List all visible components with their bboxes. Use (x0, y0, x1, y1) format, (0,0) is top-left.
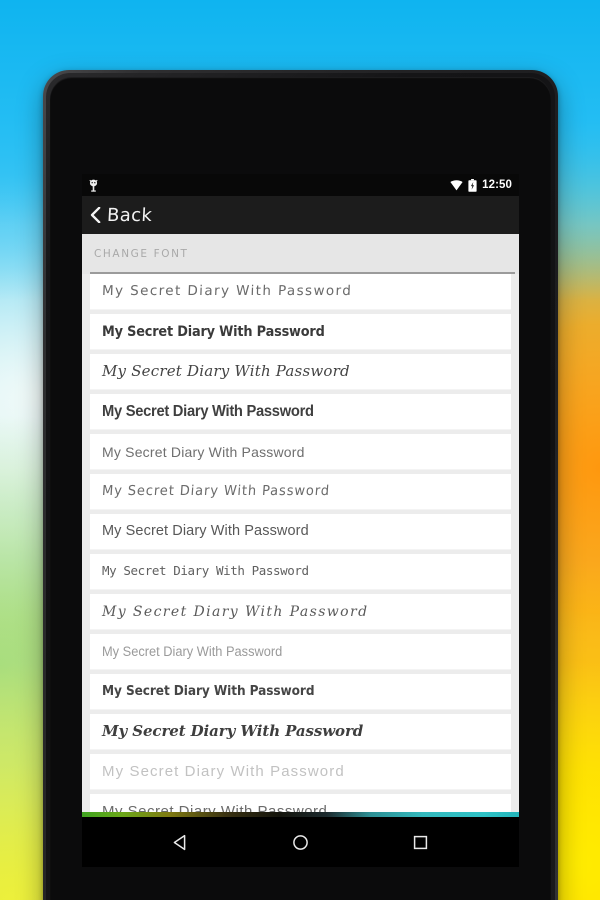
app-notification-icon (89, 179, 98, 192)
status-bar: 12:50 (82, 174, 519, 196)
nav-home-button[interactable] (283, 824, 319, 860)
font-list-item[interactable]: My Secret Diary With Password (90, 754, 511, 790)
back-label: Back (106, 204, 153, 226)
font-list-item[interactable]: My Secret Diary With Password (90, 274, 511, 310)
chevron-left-icon[interactable] (90, 207, 101, 223)
square-recents-icon[interactable] (413, 835, 428, 850)
font-list-item-label: My Secret Diary With Password (102, 722, 364, 740)
font-list-item[interactable]: My Secret Diary With Password (90, 434, 511, 470)
font-list-item-label: My Secret Diary With Password (102, 443, 305, 460)
tablet-device-frame: 12:50 Back CHANGE FONT My Secret Diary W… (43, 70, 558, 900)
content-area: CHANGE FONT My Secret Diary With Passwor… (82, 234, 519, 867)
action-bar-back[interactable]: Back (82, 196, 519, 234)
font-list-item-label: My Secret Diary With Password (102, 402, 314, 420)
font-list-item[interactable]: My Secret Diary With Password (90, 714, 511, 750)
wifi-icon (450, 179, 463, 190)
font-list-item[interactable]: My Secret Diary With Password (90, 634, 511, 670)
font-list-item[interactable]: My Secret Diary With Password (90, 514, 511, 550)
status-bar-right: 12:50 (450, 178, 512, 192)
triangle-back-icon[interactable] (172, 834, 189, 851)
font-list-item[interactable]: My Secret Diary With Password (90, 394, 511, 430)
section-header-change-font: CHANGE FONT (82, 234, 519, 274)
font-list-item[interactable]: My Secret Diary With Password (90, 554, 511, 590)
font-list-item[interactable]: My Secret Diary With Password (90, 474, 511, 510)
status-bar-left (88, 179, 99, 192)
font-list-item[interactable]: My Secret Diary With Password (90, 314, 511, 350)
font-list-item-label: My Secret Diary With Password (101, 483, 331, 500)
font-list: My Secret Diary With Password My Secret D… (82, 274, 519, 830)
status-bar-clock: 12:50 (482, 179, 512, 191)
circle-home-icon[interactable] (292, 834, 309, 851)
font-list-item-label: My Secret Diary With Password (102, 362, 350, 380)
nav-back-button[interactable] (163, 824, 199, 860)
font-list-item-label: My Secret Diary With Password (102, 603, 369, 620)
font-list-item-label: My Secret Diary With Password (102, 323, 325, 340)
device-screen: 12:50 Back CHANGE FONT My Secret Diary W… (82, 174, 519, 867)
section-divider (90, 272, 515, 274)
battery-charging-icon (468, 178, 477, 192)
font-list-item[interactable]: My Secret Diary With Password (90, 674, 511, 710)
font-list-item-label: My Secret Diary With Password (102, 563, 309, 579)
font-list-item[interactable]: My Secret Diary With Password (90, 594, 511, 630)
nav-recents-button[interactable] (403, 824, 439, 860)
android-navigation-bar (82, 817, 519, 867)
section-header-label: CHANGE FONT (94, 248, 189, 260)
font-list-item-label: My Secret Diary With Password (102, 643, 283, 659)
font-list-item[interactable]: My Secret Diary With Password (90, 354, 511, 390)
font-list-item-label: My Secret Diary With Password (102, 763, 345, 780)
font-list-item-label: My Secret Diary With Password (102, 523, 309, 540)
font-list-item-label: My Secret Diary With Password (101, 282, 353, 299)
font-list-item-label: My Secret Diary With Password (102, 682, 315, 699)
